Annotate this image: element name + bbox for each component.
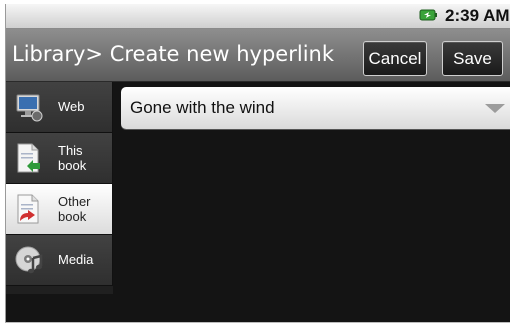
- monitor-globe-icon: [16, 94, 43, 122]
- disc-music-icon: [15, 246, 43, 274]
- status-bar: 2:39 AM: [6, 4, 510, 29]
- cancel-button[interactable]: Cancel: [363, 41, 427, 76]
- clock: 2:39 AM: [445, 6, 510, 25]
- document-red-arrow-icon: [17, 194, 39, 224]
- app-screen: 2:39 AM Library> Create new hyperlink Ca…: [5, 4, 510, 323]
- sidebar-item-this-book[interactable]: This book: [6, 133, 113, 184]
- sidebar-item-label: Web: [58, 99, 85, 114]
- title-bar: Library> Create new hyperlink Cancel Sav…: [6, 29, 510, 82]
- battery-icon: [419, 9, 437, 21]
- book-selector-value: Gone with the wind: [130, 98, 275, 117]
- sidebar-item-media[interactable]: Media: [6, 235, 113, 286]
- link-type-sidebar: Web This book Other book Media: [6, 82, 113, 294]
- sidebar-item-label: This book: [58, 143, 87, 173]
- sidebar-item-web[interactable]: Web: [6, 82, 113, 133]
- sidebar-item-other-book[interactable]: Other book: [6, 184, 113, 235]
- content-area-bottom: [6, 296, 510, 322]
- book-selector-dropdown[interactable]: Gone with the wind: [121, 87, 510, 129]
- chevron-down-icon: [485, 104, 505, 113]
- document-arrow-icon: [17, 143, 40, 173]
- sidebar-item-label: Media: [58, 252, 94, 267]
- sidebar-item-label: Other book: [58, 194, 91, 224]
- save-button[interactable]: Save: [442, 41, 503, 76]
- page-title: Library> Create new hyperlink: [12, 42, 334, 66]
